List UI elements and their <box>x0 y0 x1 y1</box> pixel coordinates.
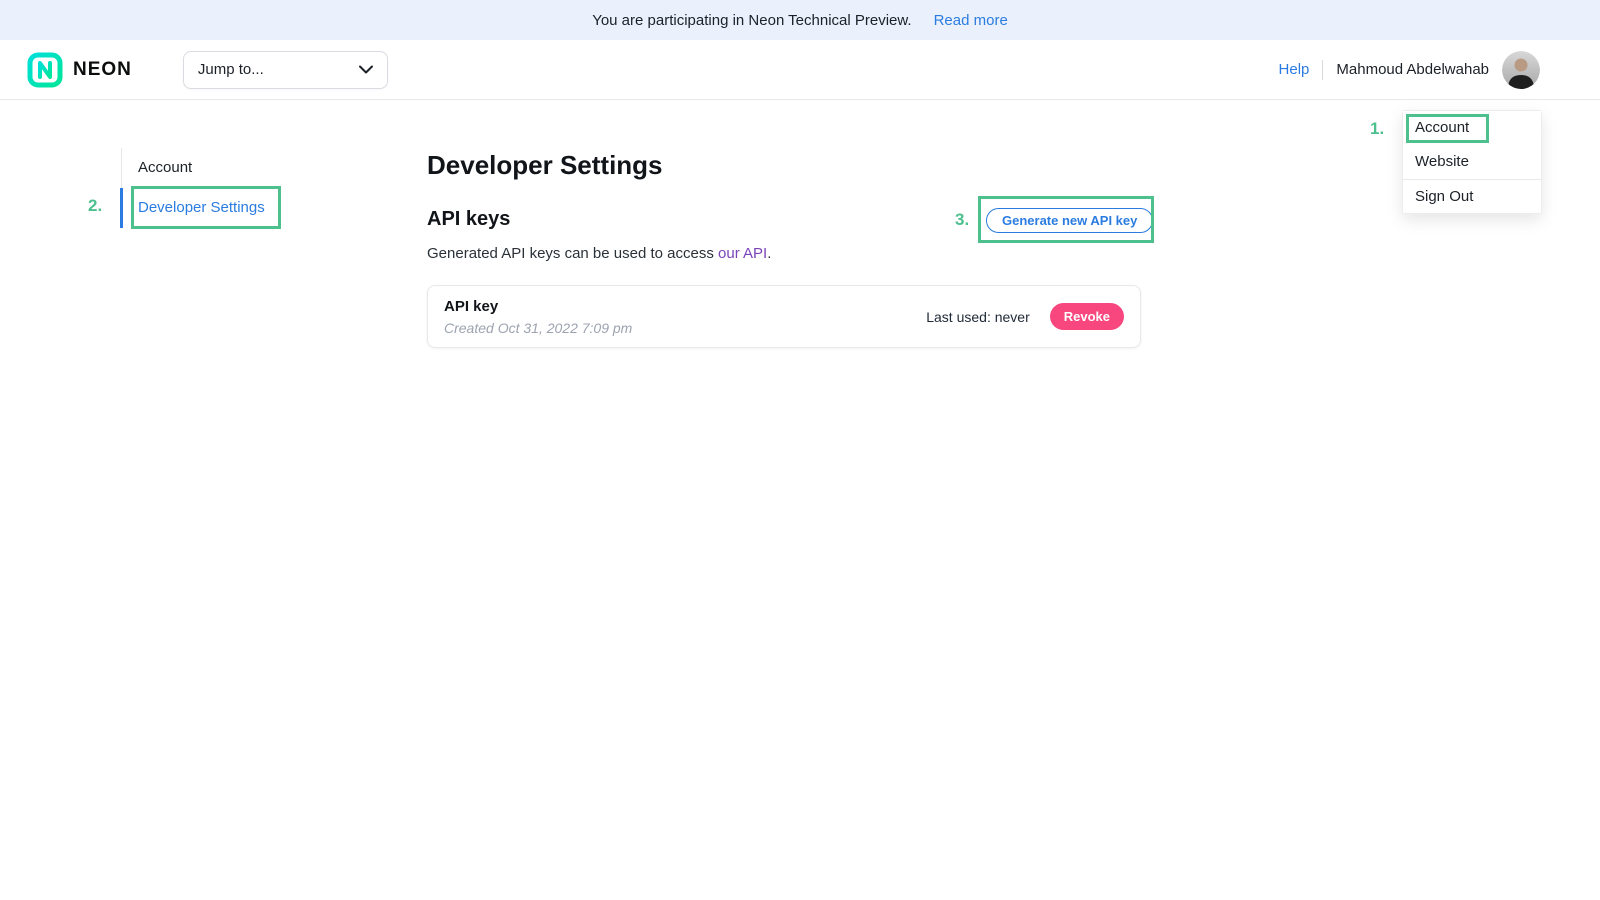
neon-logo[interactable]: NEON <box>27 52 132 88</box>
menu-item-account[interactable]: Account <box>1403 111 1541 145</box>
neon-console-screen: You are participating in Neon Technical … <box>0 0 1600 900</box>
api-keys-description: Generated API keys can be used to access… <box>427 245 771 262</box>
menu-item-sign-out[interactable]: Sign Out <box>1403 179 1541 213</box>
api-key-name: API key <box>444 298 632 315</box>
menu-item-website[interactable]: Website <box>1403 145 1541 179</box>
annotation-step-2: 2. <box>88 196 102 216</box>
revoke-button[interactable]: Revoke <box>1050 303 1124 330</box>
page-title: Developer Settings <box>427 150 663 181</box>
jump-to-label: Jump to... <box>198 61 264 78</box>
api-key-card: API key Created Oct 31, 2022 7:09 pm Las… <box>427 285 1141 348</box>
annotation-step-3: 3. <box>955 210 969 230</box>
description-period: . <box>767 245 771 262</box>
app-header: NEON Jump to... Help Mahmoud Abdelwahab <box>0 40 1600 100</box>
read-more-link[interactable]: Read more <box>934 12 1008 29</box>
brand-name: NEON <box>73 59 132 81</box>
api-key-last-used: Last used: never <box>926 309 1030 325</box>
tech-preview-banner: You are participating in Neon Technical … <box>0 0 1600 40</box>
generate-api-key-button[interactable]: Generate new API key <box>986 208 1153 233</box>
avatar[interactable] <box>1502 51 1540 89</box>
chevron-down-icon <box>359 65 373 74</box>
jump-to-select[interactable]: Jump to... <box>183 51 388 89</box>
user-name[interactable]: Mahmoud Abdelwahab <box>1336 61 1489 78</box>
api-key-info: API key Created Oct 31, 2022 7:09 pm <box>444 298 632 336</box>
sidebar-item-developer-settings[interactable]: Developer Settings <box>122 188 331 228</box>
neon-logo-icon <box>27 52 63 88</box>
header-right: Help Mahmoud Abdelwahab <box>1279 51 1540 89</box>
settings-sidebar: Account Developer Settings <box>121 148 331 228</box>
sidebar-item-account[interactable]: Account <box>122 148 331 188</box>
banner-text: You are participating in Neon Technical … <box>592 12 911 29</box>
help-link[interactable]: Help <box>1279 61 1310 78</box>
sidebar-list: Account Developer Settings <box>121 148 331 228</box>
api-keys-section-title: API keys <box>427 208 510 231</box>
description-text: Generated API keys can be used to access <box>427 245 718 262</box>
header-divider <box>1322 60 1323 80</box>
annotation-step-1: 1. <box>1370 119 1384 139</box>
our-api-link[interactable]: our API <box>718 245 767 262</box>
api-key-card-right: Last used: never Revoke <box>926 303 1124 330</box>
user-dropdown-menu: Account Website Sign Out <box>1402 110 1542 214</box>
api-key-created: Created Oct 31, 2022 7:09 pm <box>444 320 632 336</box>
